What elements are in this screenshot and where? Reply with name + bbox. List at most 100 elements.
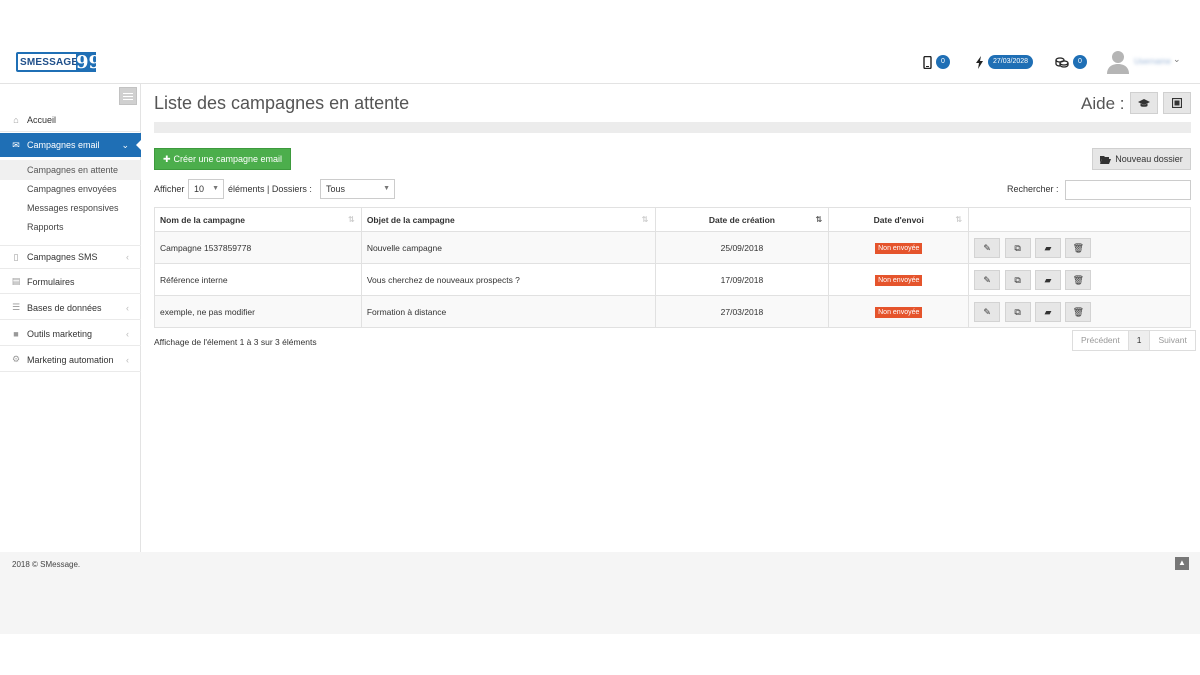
move-to-folder-button[interactable]: ▰ [1034, 301, 1061, 322]
chevron-up-icon: ▲ [1178, 558, 1186, 567]
mobile-icon: ▯ [13, 251, 19, 262]
envelope-icon: ✉ [12, 139, 20, 150]
sidebar-item-label: Campagnes email [27, 140, 100, 150]
delete-button[interactable]: 🗑 [1065, 269, 1092, 290]
credits-expiry[interactable]: 27/03/2028 [975, 55, 1034, 69]
sort-desc-icon: ⇅ [815, 215, 823, 224]
table-row: exemple, ne pas modifier Formation à dis… [154, 295, 1191, 328]
phone-count-badge: 0 [936, 55, 950, 69]
trash-icon: 🗑 [1072, 306, 1085, 317]
coins-icon [1055, 57, 1069, 68]
sidebar: ⌂ Accueil ✉ Campagnes email ⌄ Campagnes … [0, 84, 142, 552]
edit-icon: ✎ [983, 242, 991, 253]
cogs-icon: ⚙ [11, 354, 21, 364]
campaign-name[interactable]: Campagne 1537859778 [154, 231, 362, 264]
avatar[interactable] [1107, 50, 1129, 74]
sidebar-item-label: Outils marketing [27, 328, 93, 339]
new-folder-button[interactable]: Nouveau dossier [1092, 148, 1191, 170]
table-row: Référence interne Vous cherchez de nouve… [154, 263, 1191, 296]
brand-quote-mark: 99 [76, 52, 102, 73]
pagination-page-1[interactable]: 1 [1128, 331, 1151, 350]
bolt-icon [976, 55, 983, 69]
brand-logo[interactable]: SMESSAGE 99 [16, 52, 102, 73]
campaign-actions: ✎ ⧉ ▰ 🗑 [968, 295, 1191, 328]
trash-icon: 🗑 [1072, 274, 1085, 285]
chevron-down-icon[interactable]: ⌄ [1173, 54, 1181, 65]
video-icon: ■ [13, 328, 19, 339]
edit-icon: ✎ [983, 274, 991, 285]
phone-notifications[interactable]: 0 [923, 55, 950, 69]
pagination-next-button[interactable]: Suivant [1150, 331, 1195, 350]
column-header-created[interactable]: Date de création ⇅ [654, 207, 830, 232]
table-header-row: Nom de la campagne ⇅ Objet de la campagne… [154, 207, 1191, 232]
edit-button[interactable]: ✎ [974, 237, 1001, 258]
credits-count-badge: 0 [1073, 55, 1087, 69]
sidebar-item-formulaires[interactable]: ▤ Formulaires [0, 270, 141, 294]
sidebar-subitem-messages-responsives[interactable]: Messages responsives [0, 198, 141, 218]
column-header-actions [968, 207, 1191, 232]
credits-notifications[interactable]: 0 [1055, 55, 1087, 69]
duplicate-button[interactable]: ⧉ [1004, 301, 1031, 322]
campaign-actions: ✎ ⧉ ▰ 🗑 [968, 263, 1191, 296]
column-header-sent[interactable]: Date d'envoi ⇅ [828, 207, 970, 232]
edit-icon: ✎ [983, 306, 991, 317]
help-video-button[interactable] [1163, 92, 1191, 114]
chevron-down-icon: ⌄ [121, 139, 129, 150]
edit-button[interactable]: ✎ [974, 269, 1001, 290]
film-icon [1172, 98, 1182, 108]
column-header-name[interactable]: Nom de la campagne ⇅ [154, 207, 362, 232]
duplicate-button[interactable]: ⧉ [1004, 237, 1031, 258]
campaign-name[interactable]: exemple, ne pas modifier [154, 295, 362, 328]
sidebar-subitem-campagnes-envoyees[interactable]: Campagnes envoyées [0, 179, 141, 199]
move-to-folder-button[interactable]: ▰ [1034, 269, 1061, 290]
campaign-created-date: 17/09/2018 [654, 263, 830, 296]
create-campaign-label: Créer une campagne email [173, 154, 283, 164]
sidebar-item-label: Accueil [27, 114, 57, 125]
move-to-folder-button[interactable]: ▰ [1034, 237, 1061, 258]
table-row: Campagne 1537859778 Nouvelle campagne 25… [154, 231, 1191, 264]
sidebar-item-label: Formulaires [27, 276, 75, 287]
campaign-name[interactable]: Référence interne [154, 263, 362, 296]
help-tutorial-button[interactable] [1130, 92, 1158, 114]
folder-open-icon: ▰ [1044, 242, 1052, 253]
create-campaign-button[interactable]: ✚ Créer une campagne email [154, 148, 291, 170]
sort-icon: ⇅ [955, 215, 963, 224]
pagination-previous-button[interactable]: Précédent [1073, 331, 1129, 350]
sidebar-item-bases-de-donnees[interactable]: ☰ Bases de données ‹ [0, 296, 141, 320]
delete-button[interactable]: 🗑 [1065, 301, 1092, 322]
sidebar-toggle-button[interactable] [119, 87, 137, 105]
sidebar-subitem-rapports[interactable]: Rapports [0, 217, 141, 237]
pagination: Précédent 1 Suivant [1072, 330, 1196, 351]
folder-open-icon [1100, 155, 1112, 164]
sidebar-item-marketing-automation[interactable]: ⚙ Marketing automation ‹ [0, 348, 141, 372]
sidebar-item-campagnes-sms[interactable]: ▯ Campagnes SMS ‹ [0, 245, 141, 269]
footer-copyright: 2018 © SMessage. [12, 560, 81, 569]
sidebar-subitem-campagnes-en-attente[interactable]: Campagnes en attente [0, 160, 141, 180]
duplicate-button[interactable]: ⧉ [1004, 269, 1031, 290]
sidebar-item-campagnes-email[interactable]: ✉ Campagnes email ⌄ [0, 133, 142, 157]
chevron-left-icon: ‹ [126, 354, 129, 365]
caret-down-icon: ▼ [383, 185, 390, 192]
column-header-subject[interactable]: Objet de la campagne ⇅ [360, 207, 656, 232]
username[interactable]: Username [1134, 57, 1171, 66]
scroll-to-top-button[interactable]: ▲ [1175, 557, 1189, 570]
copy-icon: ⧉ [1014, 242, 1021, 253]
sidebar-item-outils-marketing[interactable]: ■ Outils marketing ‹ [0, 322, 141, 346]
search-input[interactable] [1065, 180, 1191, 200]
folder-filter-select[interactable]: Tous ▼ [320, 179, 395, 199]
campaign-created-date: 25/09/2018 [654, 231, 830, 264]
delete-button[interactable]: 🗑 [1065, 237, 1092, 258]
folder-open-icon: ▰ [1044, 274, 1052, 285]
top-bar: SMESSAGE 99 0 27/03/2028 0 Username ⌄ [0, 38, 1200, 84]
pagination-info: Affichage de l'élement 1 à 3 sur 3 éléme… [154, 337, 317, 347]
column-header-label: Nom de la campagne [160, 214, 246, 225]
brand-name: SMESSAGE [20, 56, 79, 68]
edit-button[interactable]: ✎ [974, 301, 1001, 322]
mobile-icon [923, 55, 932, 69]
campaign-status-cell: Non envoyée [828, 295, 970, 328]
sidebar-item-label: Campagnes SMS [27, 252, 98, 262]
campaign-status-cell: Non envoyée [828, 263, 970, 296]
sidebar-item-accueil[interactable]: ⌂ Accueil [0, 108, 141, 132]
page-size-select[interactable]: 10 ▼ [188, 179, 224, 199]
folder-filter-value: Tous [326, 184, 346, 194]
